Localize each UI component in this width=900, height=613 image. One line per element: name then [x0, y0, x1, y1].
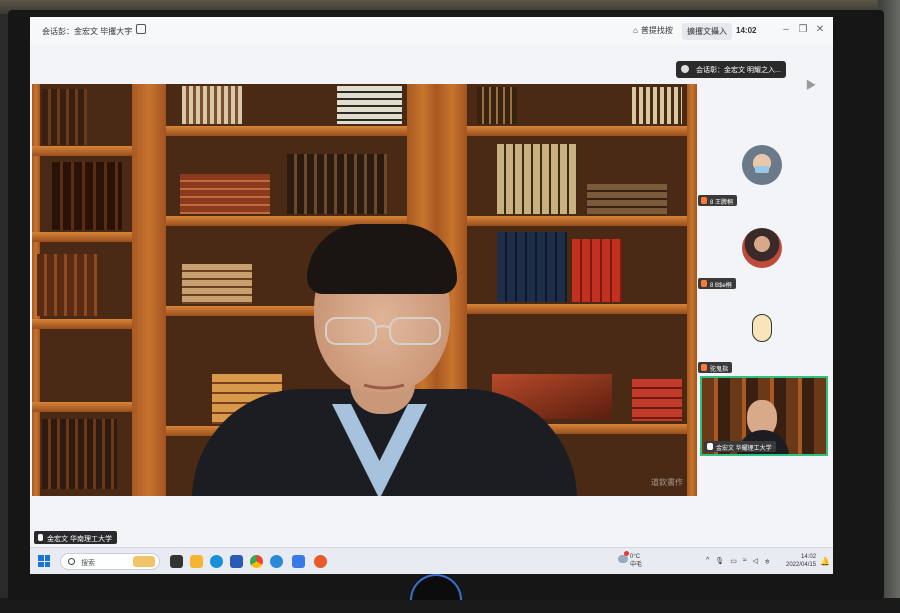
shelf-post [132, 84, 166, 496]
speaker-glasses [325, 317, 441, 345]
meeting-title: 会话彭：金宏文 毕攫大宇 [42, 27, 133, 36]
speaker-mouth [363, 383, 405, 390]
participant-name: 驼鬼指 [710, 367, 729, 373]
clock[interactable]: 14:02 2022/04/15 [786, 553, 816, 569]
books [337, 86, 402, 124]
shelf-board [32, 146, 132, 156]
share-icon[interactable] [136, 24, 146, 34]
mic-icon [701, 280, 707, 287]
layout-button[interactable]: ⌂ 普提找按 [633, 25, 673, 36]
bell-icon[interactable]: 🔔 [820, 557, 830, 566]
participant-name: 8 王脾桐 [710, 200, 734, 206]
books [497, 232, 567, 302]
layout-icon: ⌂ [633, 26, 638, 35]
books [182, 86, 242, 124]
participant-name: 8 B$e桐 [710, 283, 732, 289]
search-highlight-icon [133, 556, 155, 567]
close-icon[interactable]: ✕ [814, 24, 826, 36]
shelf-post [687, 84, 697, 496]
taskbar-search[interactable]: 搜索 [60, 553, 160, 570]
cartoon-avatar-icon [752, 314, 772, 342]
weather-temp: 0°C [630, 554, 641, 560]
mic-icon [701, 197, 707, 204]
participant-name: 金宏文 华耀理工大学 [716, 446, 772, 452]
volume-icon[interactable]: ◁ [753, 557, 758, 567]
ime-indicator[interactable]: ㅎ [764, 557, 770, 567]
books [497, 144, 577, 214]
chevron-up-icon[interactable]: ^ [706, 557, 709, 567]
title-bar: 会话彭：金宏文 毕攫大宇 ⌂ 普提找按 擴攫文攝入 14:02 – ❐ ✕ [30, 17, 833, 45]
notification-dot-icon [624, 551, 629, 556]
books [587, 184, 667, 214]
books [287, 154, 387, 214]
mic-icon [707, 443, 713, 450]
active-speaker-thumbnail[interactable]: 金宏文 华耀理工大学 [700, 376, 828, 456]
taskbar: 搜索 0°C 中毛 ^ 🎙 ▭ ≈ ◁ ㅎ 14:02 2022/04/15 🔔 [30, 547, 833, 574]
windows-start-icon[interactable] [38, 555, 50, 567]
shelf-board [32, 402, 132, 412]
file-explorer-icon[interactable] [190, 555, 203, 568]
weather-widget[interactable]: 0°C 中毛 [618, 551, 643, 569]
taskbar-time: 14:02 [801, 554, 817, 560]
task-view-icon[interactable] [170, 555, 183, 568]
shelf-board [467, 216, 687, 226]
speaker-name-tag: 金宏文 华南理工大学 [34, 531, 117, 544]
books [42, 89, 87, 145]
books [477, 87, 517, 124]
app-icon[interactable] [314, 555, 327, 568]
books [37, 254, 97, 316]
room-desk [0, 598, 900, 613]
taskbar-date: 2022/04/15 [786, 562, 817, 568]
chrome-icon[interactable] [250, 555, 263, 568]
meeting-clock: 14:02 [736, 26, 757, 35]
participant-label: 金宏文 华耀理工大学 [704, 441, 776, 452]
books [52, 162, 122, 230]
search-icon [68, 558, 75, 565]
participant-label: 驼鬼指 [698, 362, 733, 373]
shelf-board [166, 126, 407, 136]
books [572, 239, 622, 302]
mouse-cursor-icon [802, 77, 816, 90]
main-video-feed[interactable]: 道欽書作 [32, 84, 697, 496]
participant-avatar[interactable] [742, 145, 782, 185]
layout-label: 普提找按 [640, 26, 673, 35]
display-icon[interactable]: ▭ [730, 557, 737, 567]
shelf-board [467, 304, 687, 314]
speaker-hair [307, 224, 457, 294]
meeting-app-icon[interactable] [270, 555, 283, 568]
mic-icon [701, 364, 707, 371]
wifi-icon[interactable]: ≈ [743, 557, 747, 567]
screen: 会话彭：金宏文 毕攫大宇 ⌂ 普提找按 擴攫文攝入 14:02 – ❐ ✕ 道欽… [30, 17, 833, 574]
mask-icon [755, 166, 769, 173]
books [180, 174, 270, 214]
shelf-board [32, 232, 132, 242]
participant-avatar[interactable] [742, 228, 782, 268]
cloud-icon [618, 555, 628, 563]
weather-text: 中毛 [630, 562, 643, 568]
video-watermark: 道欽書作 [651, 478, 683, 487]
participant-label: 8 B$e桐 [698, 278, 736, 289]
books [182, 264, 252, 304]
person-icon [681, 65, 689, 73]
session-tooltip: 会话彰：金宏文 明耀之入... [676, 61, 786, 78]
books [632, 379, 682, 421]
shelf-board [467, 126, 687, 136]
minimize-icon[interactable]: – [780, 24, 792, 36]
word-icon[interactable] [292, 555, 305, 568]
microphone-icon[interactable]: 🎙 [715, 557, 724, 567]
speaker-name: 金宏文 华南理工大学 [47, 536, 112, 543]
books [632, 87, 682, 124]
search-placeholder: 搜索 [81, 560, 95, 567]
system-tray: ^ 🎙 ▭ ≈ ◁ ㅎ [706, 557, 771, 567]
edge-icon[interactable] [210, 555, 223, 568]
participant-label: 8 王脾桐 [698, 195, 738, 206]
books [42, 419, 117, 489]
shelf-board [32, 319, 132, 329]
tooltip-text: 会话彰：金宏文 明耀之入... [696, 67, 781, 74]
restore-icon[interactable]: ❐ [797, 24, 809, 36]
store-icon[interactable] [230, 555, 243, 568]
record-button[interactable]: 擴攫文攝入 [682, 23, 732, 40]
mic-icon [38, 534, 43, 541]
participant-avatar[interactable] [742, 310, 782, 350]
